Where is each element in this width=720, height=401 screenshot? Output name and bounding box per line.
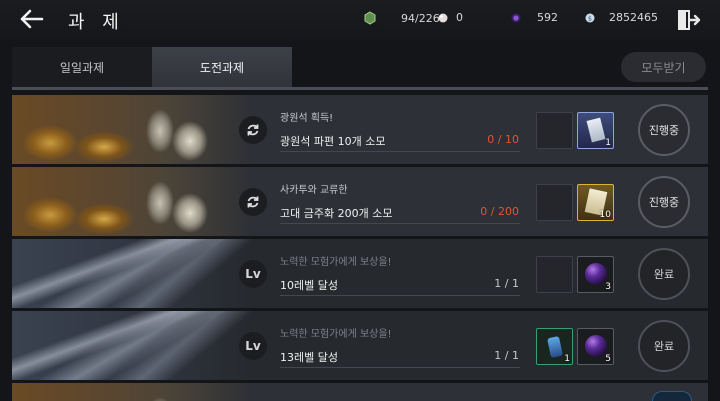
ore-fragment-icon <box>586 117 606 143</box>
status-button[interactable]: 진행중 <box>638 176 690 228</box>
mission-row: 사카투와 교류한 고대 금주화 200개 소모 0 / 200 10 진행중 <box>12 167 708 236</box>
tab-daily[interactable]: 일일과제 <box>12 47 152 87</box>
status-button-partial[interactable] <box>652 391 692 401</box>
purple-gem-icon <box>585 263 607 285</box>
level-icon: Lv <box>239 260 267 288</box>
mission-progress: 0 / 200 <box>480 205 519 218</box>
divider <box>280 295 520 296</box>
wing-banner <box>12 239 252 308</box>
mission-row-partial <box>12 383 708 401</box>
empty-reward-slot <box>536 112 573 149</box>
refresh-icon <box>239 116 267 144</box>
stamina-counter: 94/226 <box>364 11 440 25</box>
treasure-banner <box>12 95 252 164</box>
treasure-banner <box>12 383 252 401</box>
treasure-banner <box>12 167 252 236</box>
reward-quantity: 1 <box>564 354 570 364</box>
reward-quantity: 3 <box>605 282 611 292</box>
back-button[interactable] <box>14 6 48 32</box>
reward-quantity: 5 <box>605 354 611 364</box>
mission-progress: 0 / 10 <box>487 133 519 146</box>
status-button[interactable]: 완료 <box>638 248 690 300</box>
divider <box>280 367 520 368</box>
wing-banner <box>12 311 252 380</box>
mission-title: 10레벨 달성 <box>280 279 338 292</box>
page-title: 과 제 <box>68 12 125 33</box>
mission-row: Lv 노력한 모험가에게 보상을! 13레벨 달성 1 / 1 1 5 완료 <box>12 311 708 380</box>
claim-all-button[interactable]: 모두받기 <box>621 52 706 82</box>
empty-reward-slot <box>536 184 573 221</box>
pearl-icon <box>438 13 448 22</box>
mission-subtitle: 광원석 획득! <box>280 113 334 124</box>
reward-item[interactable]: 1 <box>536 328 573 365</box>
exit-icon <box>678 10 701 30</box>
empty-reward-slot <box>536 256 573 293</box>
refresh-icon <box>239 188 267 216</box>
mission-subtitle: 노력한 모험가에게 보상을! <box>280 257 392 268</box>
rune-icon <box>547 335 563 359</box>
top-bar: 과 제 94/226 0 592 $ 2852465 <box>0 0 720 40</box>
svg-text:$: $ <box>588 14 592 22</box>
pearl-value: 0 <box>456 11 463 24</box>
silver-coin-icon: $ <box>585 13 595 22</box>
reward-item[interactable]: 3 <box>577 256 614 293</box>
level-icon: Lv <box>239 332 267 360</box>
mission-progress: 1 / 1 <box>494 277 519 290</box>
mission-title: 13레벨 달성 <box>280 351 338 364</box>
pearl-counter: 0 <box>438 11 463 24</box>
silver-value: 2852465 <box>609 11 658 24</box>
crystal-value: 592 <box>537 11 558 24</box>
stamina-value: 94/226 <box>401 11 440 25</box>
silver-counter: $ 2852465 <box>585 11 658 24</box>
tab-divider <box>12 87 708 90</box>
divider <box>280 151 520 152</box>
mission-tabs: 일일과제 도전과제 모두받기 <box>12 47 708 87</box>
status-button[interactable]: 완료 <box>638 320 690 372</box>
mission-row: 광원석 획득! 광원석 파편 10개 소모 0 / 10 1 진행중 <box>12 95 708 164</box>
mission-title: 광원석 파편 10개 소모 <box>280 135 386 148</box>
purple-crystal-icon <box>511 13 521 22</box>
status-button[interactable]: 진행중 <box>638 104 690 156</box>
mission-progress: 1 / 1 <box>494 349 519 362</box>
mission-subtitle: 노력한 모험가에게 보상을! <box>280 329 392 340</box>
divider <box>280 223 520 224</box>
mission-subtitle: 사카투와 교류한 <box>280 185 348 196</box>
reward-quantity: 10 <box>599 210 611 220</box>
crystal-counter: 592 <box>511 11 558 24</box>
reward-item[interactable]: 10 <box>577 184 614 221</box>
mission-title: 고대 금주화 200개 소모 <box>280 207 393 220</box>
tab-challenge[interactable]: 도전과제 <box>152 47 292 87</box>
reward-item[interactable]: 1 <box>577 112 614 149</box>
purple-gem-icon <box>585 335 607 357</box>
back-arrow-icon <box>20 9 44 29</box>
exit-button[interactable] <box>676 8 702 32</box>
reward-item[interactable]: 5 <box>577 328 614 365</box>
reward-quantity: 1 <box>605 138 611 148</box>
mission-row: Lv 노력한 모험가에게 보상을! 10레벨 달성 1 / 1 3 완료 <box>12 239 708 308</box>
stamina-icon <box>364 11 376 25</box>
